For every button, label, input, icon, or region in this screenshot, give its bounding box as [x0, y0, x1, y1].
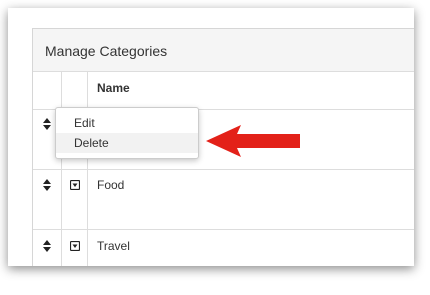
menu-item-delete[interactable]: Delete — [56, 133, 198, 153]
row-divider — [33, 169, 414, 170]
dropdown-toggle-icon[interactable] — [70, 180, 80, 190]
panel-title: Manage Categories — [45, 43, 168, 59]
panel-header: Manage Categories — [33, 29, 414, 72]
drag-handle-icon[interactable] — [42, 240, 52, 252]
menu-item-edit[interactable]: Edit — [56, 113, 198, 133]
row-context-menu: Edit Delete — [55, 107, 199, 159]
table-row-label: Food — [97, 178, 125, 192]
drag-handle-icon[interactable] — [42, 179, 52, 191]
menu-item-label: Edit — [74, 116, 95, 130]
column-header-name[interactable]: Name — [97, 81, 130, 95]
annotation-arrow-icon — [206, 125, 300, 157]
drag-handle-icon[interactable] — [42, 118, 52, 130]
menu-item-label: Delete — [74, 136, 109, 150]
table-row-label: Travel — [97, 239, 130, 253]
row-divider — [33, 229, 414, 230]
dropdown-toggle-icon[interactable] — [70, 241, 80, 251]
